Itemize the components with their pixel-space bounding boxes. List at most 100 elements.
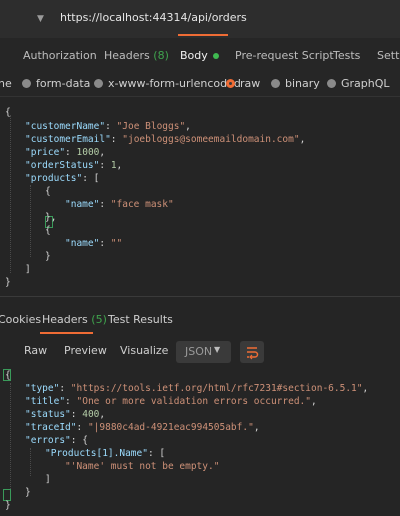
code-text: "'Name' must not be empty." (65, 461, 220, 472)
response-body[interactable]: { "type": "https://tools.ietf.org/html/r… (0, 366, 400, 516)
code-line: "customerEmail": "joebloggs@someemaildom… (25, 134, 305, 145)
code-line: "Products[1].Name": [ (45, 448, 165, 459)
body-type-label: form-data (36, 77, 91, 90)
body-type-label: ne (0, 77, 12, 90)
radio-icon (327, 79, 336, 88)
code-text: "customerName": "Joe Bloggs", (25, 121, 191, 132)
tab-body[interactable]: Body (180, 49, 219, 62)
code-line: { (5, 370, 11, 381)
format-select[interactable]: JSON ▼ (176, 341, 231, 363)
code-text: "type": "https://tools.ietf.org/html/rfc… (25, 383, 369, 394)
code-text: "name": "" (65, 238, 123, 249)
active-tab-indicator (178, 34, 228, 36)
tab-pre-request-script[interactable]: Pre-request Script (235, 49, 334, 62)
code-text: "title": "One or more validation errors … (25, 396, 317, 407)
indent-guide (30, 448, 31, 476)
status-dot-icon (212, 53, 219, 59)
code-line: { (45, 225, 51, 236)
tab-label: Settin (377, 49, 400, 62)
code-line: "title": "One or more validation errors … (25, 396, 317, 407)
format-value: JSON (185, 345, 213, 358)
code-text: "products": [ (25, 173, 100, 184)
code-line: "name": "" (65, 238, 122, 249)
body-type-label: binary (285, 77, 320, 90)
indent-guide (30, 185, 31, 257)
code-line: ] (45, 474, 51, 485)
wrap-icon (247, 347, 259, 360)
tab-response-headers[interactable]: Headers (5) (42, 313, 107, 326)
body-type-binary[interactable]: binary (271, 77, 320, 90)
code-text: "errors": { (25, 435, 88, 446)
code-text: "Products[1].Name": [ (45, 448, 166, 459)
request-tabs: Authorization Headers (8) Body Pre-reque… (0, 38, 400, 75)
code-line: "name": "face mask" (65, 199, 174, 210)
headers-count: (8) (153, 49, 169, 62)
code-line: { (5, 107, 11, 118)
code-line: "products": [ (25, 173, 99, 184)
tab-settings[interactable]: Settin (377, 49, 400, 62)
code-text: "traceId": "|9880c4ad-4921eac994505abf."… (25, 422, 260, 433)
active-tab-indicator (40, 332, 93, 334)
pane-divider[interactable] (0, 296, 400, 297)
body-type-form-data[interactable]: form-data (22, 77, 90, 90)
code-line: } (5, 277, 11, 288)
code-line: "'Name' must not be empty." (65, 461, 219, 472)
body-type-none[interactable]: ne (0, 77, 12, 90)
tab-label: Body (180, 49, 208, 62)
response-tabs: Cookies Headers (5) Test Results (0, 308, 400, 332)
tab-authorization[interactable]: Authorization (23, 49, 97, 62)
indent-guide (10, 115, 11, 273)
code-line: "customerName": "Joe Bloggs", (25, 121, 191, 132)
tab-label: Pre-request Script (235, 49, 334, 62)
body-type-raw[interactable]: raw (226, 77, 260, 90)
radio-icon (22, 79, 31, 88)
tab-headers[interactable]: Headers (8) (104, 49, 169, 62)
indent-guide (10, 383, 11, 489)
code-line: "orderStatus": 1, (25, 160, 122, 171)
code-line: }, (45, 212, 57, 223)
headers-count: (5) (91, 313, 107, 326)
code-text: "price": 1000, (25, 147, 106, 158)
view-preview-button[interactable]: Preview (64, 344, 107, 357)
code-text: "customerEmail": "joebloggs@someemaildom… (25, 134, 306, 145)
body-type-graphql[interactable]: GraphQL (327, 77, 390, 90)
code-line: ] (25, 264, 31, 275)
tab-label: Authorization (23, 49, 97, 62)
chevron-down-icon: ▼ (214, 345, 221, 354)
tab-label: Headers (42, 313, 88, 326)
code-line: } (45, 251, 51, 262)
radio-icon (94, 79, 103, 88)
view-raw-button[interactable]: Raw (24, 344, 47, 357)
radio-selected-icon (226, 79, 235, 88)
body-type-selector: ne form-data x-www-form-urlencoded raw b… (0, 74, 400, 97)
radio-icon (271, 79, 280, 88)
code-text: "orderStatus": 1, (25, 160, 123, 171)
url-input[interactable]: https://localhost:44314/api/orders (60, 11, 247, 24)
code-line: } (25, 487, 31, 498)
chevron-down-icon[interactable]: ▼ (37, 14, 44, 24)
code-line: } (5, 500, 11, 511)
tab-test-results[interactable]: Test Results (108, 313, 173, 326)
body-type-label: raw (240, 77, 261, 90)
response-view-bar: Raw Preview Visualize JSON ▼ (0, 340, 400, 364)
code-text: "status": 400, (25, 409, 106, 420)
tab-label: Test Results (108, 313, 173, 326)
body-type-urlencoded[interactable]: x-www-form-urlencoded (94, 77, 241, 90)
code-line: "status": 400, (25, 409, 105, 420)
code-line: "price": 1000, (25, 147, 105, 158)
tab-cookies[interactable]: Cookies (0, 313, 41, 326)
tab-tests[interactable]: Tests (333, 49, 360, 62)
view-visualize-button[interactable]: Visualize (120, 344, 168, 357)
code-line: "type": "https://tools.ietf.org/html/rfc… (25, 383, 368, 394)
wrap-lines-button[interactable] (240, 341, 264, 363)
code-line: "traceId": "|9880c4ad-4921eac994505abf."… (25, 422, 260, 433)
code-line: { (45, 186, 51, 197)
code-line: "errors": { (25, 435, 88, 446)
body-type-label: x-www-form-urlencoded (108, 77, 241, 90)
tab-label: Tests (333, 49, 361, 62)
request-body-editor[interactable]: { "customerName": "Joe Bloggs", "custome… (0, 97, 400, 292)
tab-label: Headers (104, 49, 150, 62)
tab-label: Cookies (0, 313, 42, 326)
code-text: "name": "face mask" (65, 199, 174, 210)
body-type-label: GraphQL (341, 77, 390, 90)
